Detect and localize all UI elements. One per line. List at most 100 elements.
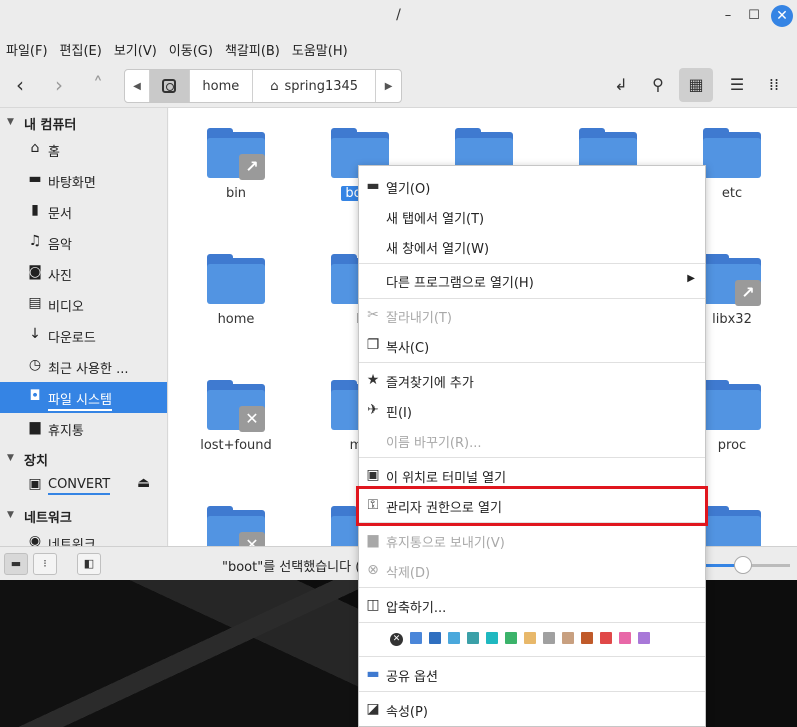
sidebar-item-convert[interactable]: ▣ CONVERT ⏏	[0, 470, 167, 501]
color-swatch[interactable]	[524, 632, 536, 644]
color-swatch[interactable]	[467, 632, 479, 644]
up-button[interactable]: ˄	[84, 71, 112, 99]
color-swatch[interactable]	[505, 632, 517, 644]
color-swatch[interactable]	[638, 632, 650, 644]
menu-item-add-bookmark[interactable]: ★ 즐겨찾기에 추가	[359, 366, 705, 394]
maximize-button[interactable]: ☐	[744, 6, 764, 26]
color-swatch[interactable]	[619, 632, 631, 644]
sidebar-item-pictures[interactable]: ◙ 사진	[0, 258, 167, 289]
menu-item-label: 삭제(D)	[386, 566, 431, 581]
color-swatch[interactable]	[581, 632, 593, 644]
window-title: /	[396, 7, 401, 23]
menu-item-copy[interactable]: ❐ 복사(C)	[359, 331, 705, 359]
menu-item-rename[interactable]: 이름 바꾸기(R)...	[359, 426, 705, 454]
sidebar-item-network[interactable]: ◉ 네트워크	[0, 527, 167, 546]
menu-view[interactable]: 보기(V)	[114, 32, 164, 62]
sidebar-header-network[interactable]: ▼ 네트워크	[0, 501, 167, 527]
file-item[interactable]: ✕	[181, 486, 291, 546]
menu-bar: 파일(F) 편집(E) 보기(V) 이동(G) 책갈피(B) 도움말(H)	[0, 32, 797, 62]
folder-icon: ↗	[207, 128, 265, 182]
sidebar-item-recent[interactable]: ◷ 최근 사용한 ...	[0, 351, 167, 382]
sidebar-item-documents[interactable]: ▮ 문서	[0, 196, 167, 227]
open-terminal-icon[interactable]: ↲	[604, 68, 638, 102]
sidebar-item-label: 문서	[48, 207, 72, 222]
menu-item-properties[interactable]: ◪ 속성(P)	[359, 695, 705, 723]
menu-item-delete[interactable]: ⊗ 삭제(D)	[359, 556, 705, 584]
color-swatch[interactable]	[543, 632, 555, 644]
video-icon: ▤	[28, 295, 42, 311]
breadcrumb-user[interactable]: ⌂ spring1345	[253, 70, 377, 102]
toggle-tree-icon[interactable]: ⁝	[33, 553, 57, 575]
compact-view-icon[interactable]: ⁞⁞	[757, 68, 791, 102]
menu-item-move-to-trash[interactable]: ▆ 휴지통으로 보내기(V)	[359, 526, 705, 554]
breadcrumb-home[interactable]: home	[190, 70, 254, 102]
menu-item-open-new-tab[interactable]: 새 탭에서 열기(T)	[359, 202, 705, 230]
file-item[interactable]: ✕ lost+found	[181, 360, 291, 460]
collapse-icon: ▼	[7, 453, 14, 463]
menu-edit[interactable]: 편집(E)	[60, 32, 109, 62]
sidebar-item-label: 휴지통	[48, 424, 84, 439]
menu-item-compress[interactable]: ◫ 압축하기...	[359, 591, 705, 619]
menu-item-open-new-window[interactable]: 새 창에서 열기(W)	[359, 232, 705, 260]
back-button[interactable]: ‹	[6, 71, 34, 99]
color-swatch[interactable]	[429, 632, 441, 644]
menu-separator	[359, 587, 705, 588]
color-swatch[interactable]	[562, 632, 574, 644]
menu-help[interactable]: 도움말(H)	[292, 32, 355, 62]
menu-separator	[359, 263, 705, 264]
trash-icon: ▆	[367, 532, 379, 548]
toggle-places-icon[interactable]: ▬	[4, 553, 28, 575]
color-swatch[interactable]	[486, 632, 498, 644]
menu-item-label: 압축하기...	[386, 601, 447, 616]
sidebar-item-home[interactable]: ⌂ 홈	[0, 134, 167, 165]
breadcrumb-root[interactable]	[149, 70, 190, 102]
menu-separator	[359, 622, 705, 623]
clear-color-icon[interactable]: ✕	[390, 633, 403, 646]
folder-icon	[703, 506, 761, 546]
sidebar-item-music[interactable]: ♫ 음악	[0, 227, 167, 258]
menu-item-share[interactable]: ▬ 공유 옵션	[359, 660, 705, 688]
document-icon: ▮	[31, 202, 39, 218]
menu-go[interactable]: 이동(G)	[169, 32, 220, 62]
menu-file[interactable]: 파일(F)	[6, 32, 55, 62]
sidebar-header-computer[interactable]: ▼ 내 컴퓨터	[0, 108, 167, 134]
icon-view-icon[interactable]: ▦	[679, 68, 713, 102]
menu-item-label: 이 위치로 터미널 열기	[386, 471, 507, 486]
menu-item-pin[interactable]: ✈ 핀(I)	[359, 396, 705, 424]
sidebar-header-devices[interactable]: ▼ 장치	[0, 444, 167, 470]
sidebar-item-videos[interactable]: ▤ 비디오	[0, 289, 167, 320]
sidebar-item-label: 비디오	[48, 300, 84, 315]
zoom-slider-handle[interactable]	[734, 556, 752, 574]
sidebar-item-desktop[interactable]: ▬ 바탕화면	[0, 165, 167, 196]
sidebar-item-trash[interactable]: ▆ 휴지통	[0, 413, 167, 444]
list-view-icon[interactable]: ☰	[720, 68, 754, 102]
menu-item-open-terminal[interactable]: ▣ 이 위치로 터미널 열기	[359, 461, 705, 489]
menu-item-cut[interactable]: ✂ 잘라내기(T)	[359, 301, 705, 329]
breadcrumb-left-arrow[interactable]: ◀	[125, 70, 150, 102]
minimize-button[interactable]: –	[718, 6, 738, 26]
globe-icon: ◉	[28, 533, 42, 546]
menu-item-label: 복사(C)	[386, 341, 430, 356]
close-button[interactable]: ✕	[771, 5, 793, 27]
archive-icon: ◫	[366, 597, 380, 613]
menu-item-open[interactable]: ▬ 열기(O)	[359, 172, 705, 200]
color-swatch[interactable]	[448, 632, 460, 644]
highlight-annotation	[356, 486, 708, 526]
breadcrumb-right-arrow[interactable]: ▶	[376, 70, 401, 102]
copy-icon: ❐	[366, 337, 380, 353]
sidebar-item-filesystem[interactable]: ◘ 파일 시스템	[0, 382, 167, 413]
sidebar-item-downloads[interactable]: ↓ 다운로드	[0, 320, 167, 351]
forward-button[interactable]: ›	[45, 71, 73, 99]
file-item[interactable]: ↗ bin	[181, 108, 291, 208]
menu-item-open-with[interactable]: 다른 프로그램으로 열기(H) ▶	[359, 266, 705, 294]
sidebar-item-label: 최근 사용한 ...	[48, 362, 129, 377]
file-item[interactable]: home	[181, 234, 291, 334]
search-icon[interactable]: ⚲	[641, 68, 675, 102]
eject-icon[interactable]: ⏏	[137, 475, 150, 491]
color-swatch[interactable]	[600, 632, 612, 644]
color-swatch[interactable]	[410, 632, 422, 644]
menu-item-label: 공유 옵션	[386, 670, 438, 685]
menu-bookmarks[interactable]: 책갈피(B)	[225, 32, 287, 62]
toggle-sidebar-icon[interactable]: ◧	[77, 553, 101, 575]
sidebar-item-label: 음악	[48, 238, 72, 253]
